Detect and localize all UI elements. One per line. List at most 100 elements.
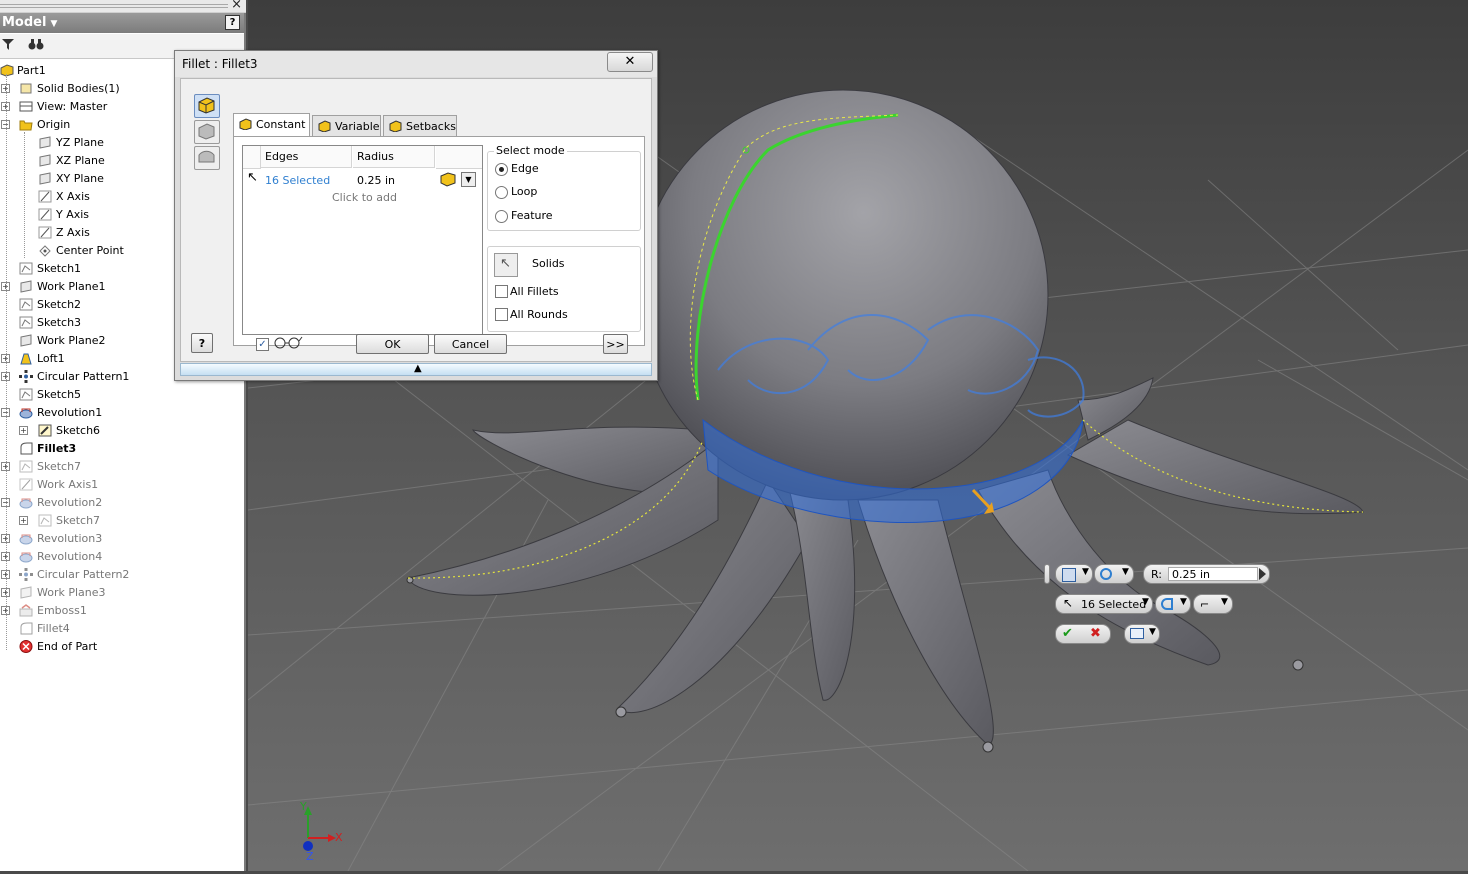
list-view-icon <box>1130 628 1144 639</box>
full-round-fillet-icon <box>198 150 215 163</box>
tree-item-label: End of Part <box>37 640 98 653</box>
browser-header: Model ▼ ? <box>0 13 244 33</box>
click-to-add-row[interactable]: Click to add <box>332 191 397 204</box>
dialog-close-button[interactable]: ✕ <box>607 52 653 72</box>
tree-item[interactable]: + Sketch7 <box>0 512 244 530</box>
tree-item[interactable]: End of Part <box>0 638 244 656</box>
mini-toolbar-grip[interactable] <box>1044 564 1050 584</box>
tree-item-label: Center Point <box>56 244 124 257</box>
radius-prefix: R: <box>1151 568 1163 581</box>
chevron-down-icon: ▼ <box>1142 597 1149 607</box>
browser-mode-menu[interactable]: Model ▼ <box>2 15 57 30</box>
tab-constant[interactable]: Constant <box>233 113 310 137</box>
tree-item[interactable]: + Sketch6 <box>0 422 244 440</box>
tree-item-label: Sketch5 <box>37 388 82 401</box>
radius-dropdown-button[interactable]: ▼ <box>461 172 476 187</box>
tree-item[interactable]: Sketch5 <box>0 386 244 404</box>
loop-radio[interactable] <box>495 186 508 199</box>
loft-icon <box>19 352 33 365</box>
tab-constant-label: Constant <box>256 118 306 131</box>
expand-icon[interactable]: + <box>19 516 28 525</box>
tab-variable-label: Variable <box>335 120 380 133</box>
options-dropdown[interactable]: ⌐ ▼ <box>1193 594 1233 614</box>
tree-item-label: Z Axis <box>56 226 90 239</box>
face-fillet-mode-button[interactable] <box>194 120 220 144</box>
edge-fillet-mode-button[interactable] <box>194 94 220 118</box>
constant-fillet-icon <box>239 118 252 130</box>
radius-column-header[interactable]: Radius <box>353 146 435 168</box>
solids-dropdown[interactable]: ▼ <box>1055 564 1093 584</box>
tree-item[interactable]: Fillet3 <box>0 440 244 458</box>
preview-checkbox[interactable]: ✓ <box>256 338 269 351</box>
tab-setbacks[interactable]: Setbacks <box>383 115 457 136</box>
sketch-icon <box>19 262 33 275</box>
tree-connector <box>24 132 25 258</box>
more-options-button[interactable]: >> <box>603 334 628 354</box>
tab-variable[interactable]: Variable <box>312 115 381 136</box>
tree-item[interactable]: + Emboss1 <box>0 602 244 620</box>
filter-icon[interactable] <box>2 38 14 54</box>
tree-item[interactable]: Fillet4 <box>0 620 244 638</box>
dialog-expand-bar[interactable]: ▲ <box>180 363 652 376</box>
tree-item[interactable]: + Sketch7 <box>0 458 244 476</box>
edge-type-dropdown[interactable]: ▼ <box>1155 594 1191 614</box>
tree-item[interactable]: − Revolution2 <box>0 494 244 512</box>
solid-bodies-icon <box>19 82 33 95</box>
tree-item-label: Work Axis1 <box>37 478 99 491</box>
play-arrow-icon[interactable] <box>1259 568 1266 580</box>
row-pointer-icon: ↖ <box>247 170 258 185</box>
dialog-help-button[interactable]: ? <box>191 333 213 353</box>
tree-item[interactable]: + Circular Pattern2 <box>0 566 244 584</box>
tree-item-label: Loft1 <box>37 352 65 365</box>
radius-input[interactable]: 0.25 in <box>1168 567 1258 581</box>
expand-icon[interactable]: + <box>19 426 28 435</box>
full-round-fillet-mode-button[interactable] <box>194 146 220 170</box>
tree-item[interactable]: + Revolution4 <box>0 548 244 566</box>
edge-select-tool-icon[interactable] <box>439 171 457 190</box>
preview-glasses-icon <box>273 335 303 352</box>
cancel-button[interactable]: Cancel <box>434 334 507 354</box>
tree-item-label: Sketch3 <box>37 316 82 329</box>
tree-item[interactable]: − Revolution1 <box>0 404 244 422</box>
all-fillets-checkbox[interactable] <box>495 285 508 298</box>
tree-item[interactable]: + Revolution3 <box>0 530 244 548</box>
apply-check-icon[interactable]: ✔ <box>1062 626 1073 641</box>
edges-table[interactable]: Edges Radius ↖ 16 Selected 0.25 in ▼ Cli… <box>242 145 483 335</box>
cancel-x-icon[interactable]: ✖ <box>1090 626 1101 641</box>
browser-grip[interactable] <box>0 4 228 8</box>
end-of-part-icon <box>19 640 33 653</box>
edge-selection-dropdown[interactable]: ↖ 16 Selected ▼ <box>1055 594 1153 614</box>
tree-item[interactable]: + Work Plane3 <box>0 584 244 602</box>
tree-item[interactable]: Work Axis1 <box>0 476 244 494</box>
setbacks-icon <box>389 120 402 132</box>
tree-item-label: Circular Pattern1 <box>37 370 130 383</box>
feature-radio[interactable] <box>495 210 508 223</box>
solids-select-button[interactable]: ↖ <box>494 253 518 277</box>
dialog-title: Fillet : Fillet3 <box>182 57 258 71</box>
select-mode-dropdown[interactable]: ▼ <box>1094 564 1134 584</box>
edge-radio-label: Edge <box>511 162 539 175</box>
axis-icon <box>38 190 52 203</box>
view-icon <box>19 100 33 113</box>
ok-button[interactable]: OK <box>356 334 429 354</box>
fillet-options-icon: ⌐ <box>1200 598 1210 611</box>
pattern-icon <box>19 370 33 383</box>
tree-item-label: Part1 <box>17 64 46 77</box>
edge-radio[interactable] <box>495 163 508 176</box>
edge-fillet-icon <box>198 97 215 114</box>
dialog-title-bar[interactable]: Fillet : Fillet3 ✕ <box>175 51 657 77</box>
edges-column-header[interactable]: Edges <box>261 146 352 168</box>
revolve-icon <box>19 532 33 545</box>
display-options-dropdown[interactable]: ▼ <box>1124 624 1160 644</box>
tree-item-label: Sketch7 <box>56 514 101 527</box>
tree-item-label: Sketch1 <box>37 262 82 275</box>
find-binoculars-icon[interactable] <box>28 38 44 54</box>
close-icon[interactable]: × <box>231 0 242 12</box>
solid-icon <box>1062 568 1076 582</box>
tree-item-label: Y Axis <box>56 208 90 221</box>
all-rounds-checkbox[interactable] <box>495 308 508 321</box>
help-icon[interactable]: ? <box>225 15 240 30</box>
edges-selected-cell[interactable]: 16 Selected <box>265 174 330 187</box>
tree-item-label: Circular Pattern2 <box>37 568 130 581</box>
radius-cell[interactable]: 0.25 in <box>357 174 395 187</box>
